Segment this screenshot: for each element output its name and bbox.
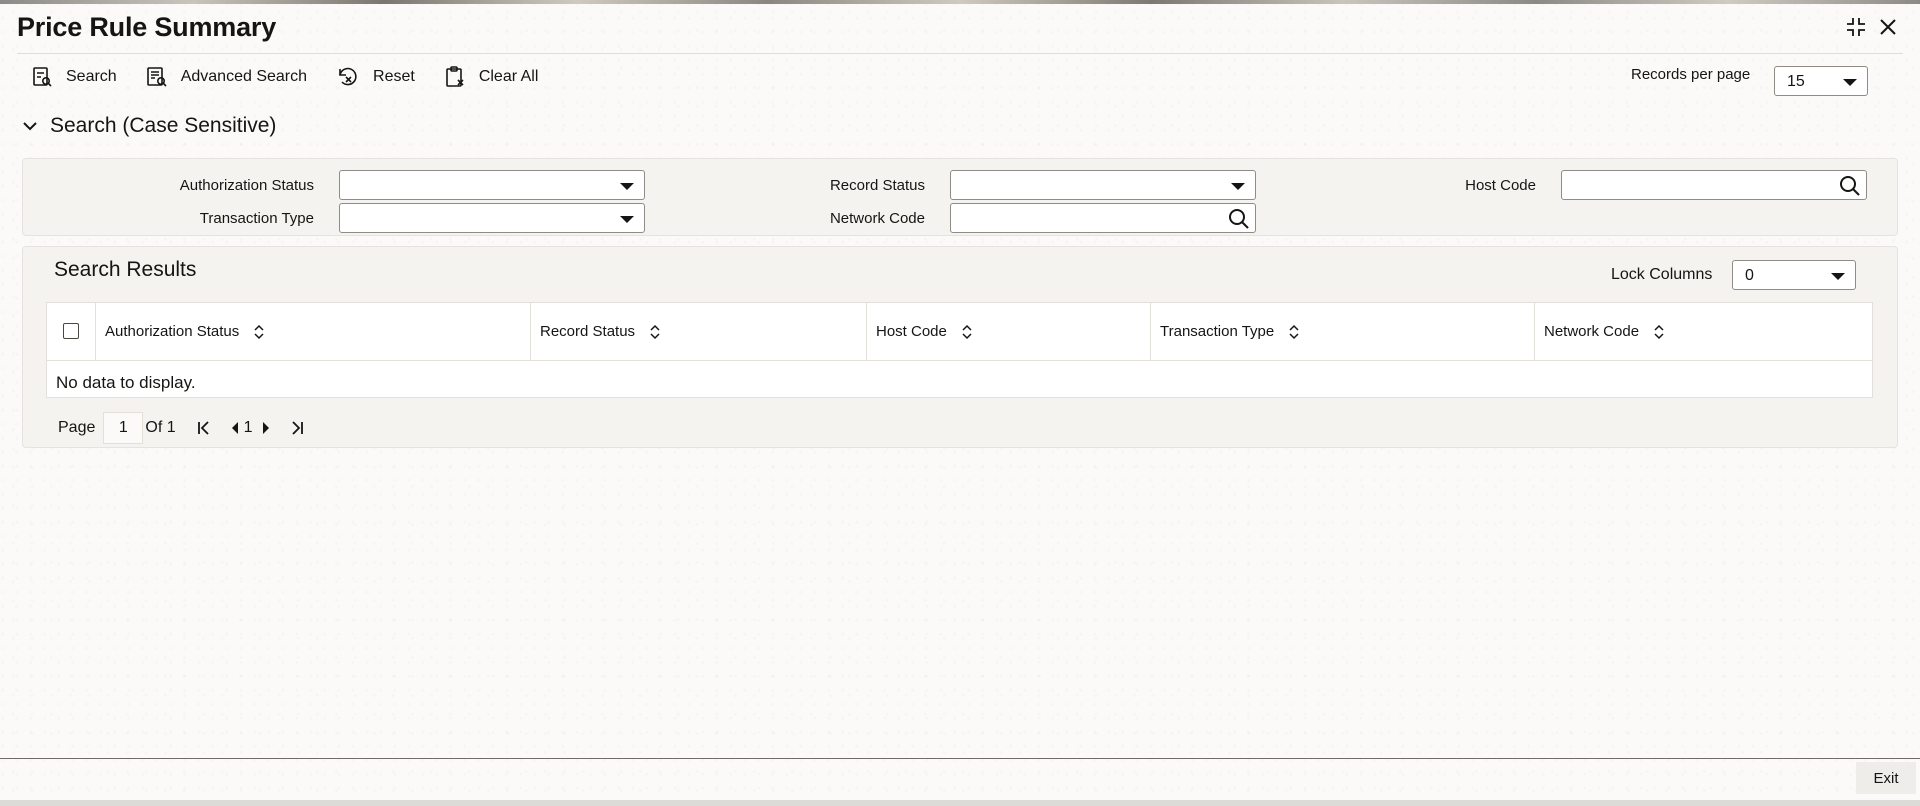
chevron-down-icon <box>620 216 634 223</box>
chevron-down-icon <box>1843 79 1857 86</box>
column-header-host-code[interactable]: Host Code <box>866 303 1150 360</box>
network-code-field[interactable] <box>950 203 1256 233</box>
column-header-transaction-type[interactable]: Transaction Type <box>1150 303 1534 360</box>
reset-button-label: Reset <box>373 68 415 85</box>
advanced-search-button[interactable]: Advanced Search <box>145 65 307 89</box>
search-section-toggle[interactable]: Search (Case Sensitive) <box>22 114 276 138</box>
sort-icon[interactable] <box>961 324 973 340</box>
host-code-label: Host Code <box>1465 177 1536 194</box>
exit-button[interactable]: Exit <box>1856 762 1916 794</box>
collapse-icon[interactable] <box>1843 14 1869 40</box>
top-decorative-strip <box>0 0 1920 4</box>
search-button-label: Search <box>66 68 117 85</box>
table-header: Authorization Status Record Status Host … <box>47 303 1872 361</box>
search-doc-icon <box>33 67 52 87</box>
records-per-page-value: 15 <box>1787 73 1805 90</box>
last-page-icon[interactable] <box>289 420 305 436</box>
lock-columns-value: 0 <box>1745 267 1754 284</box>
column-header-label: Host Code <box>876 323 947 340</box>
reset-button[interactable]: Reset <box>335 65 415 89</box>
chevron-down-icon <box>1231 183 1245 190</box>
records-per-page-label: Records per page <box>1631 66 1751 83</box>
column-header-label: Record Status <box>540 323 636 340</box>
advanced-search-button-label: Advanced Search <box>180 68 308 85</box>
column-header-record-status[interactable]: Record Status <box>530 303 866 360</box>
header-divider <box>17 53 1903 54</box>
clear-all-button[interactable]: Clear All <box>443 65 539 89</box>
advanced-search-icon <box>146 67 167 87</box>
column-header-authorization-status[interactable]: Authorization Status <box>95 303 530 360</box>
sort-icon[interactable] <box>1288 324 1300 340</box>
empty-table-message: No data to display. <box>56 373 196 392</box>
first-page-icon[interactable] <box>196 420 212 436</box>
search-section-title: Search (Case Sensitive) <box>50 114 277 137</box>
search-button[interactable]: Search <box>30 65 117 89</box>
column-header-label: Network Code <box>1544 323 1640 340</box>
clear-all-button-label: Clear All <box>478 68 539 85</box>
select-all-checkbox[interactable] <box>63 323 79 339</box>
previous-page-icon[interactable] <box>230 421 240 435</box>
search-icon[interactable] <box>1838 174 1862 198</box>
page-title: Price Rule Summary <box>17 12 277 42</box>
pagination: Page 1 Of 1 1 <box>58 412 305 444</box>
record-status-label: Record Status <box>829 177 925 194</box>
chevron-down-icon <box>620 183 634 190</box>
column-header-label: Authorization Status <box>105 323 240 340</box>
records-per-page-select[interactable]: 15 <box>1774 66 1868 96</box>
lock-columns-select[interactable]: 0 <box>1732 260 1856 290</box>
column-header-label: Transaction Type <box>1160 323 1275 340</box>
lock-columns-label: Lock Columns <box>1611 266 1713 283</box>
page-label: Page <box>58 419 96 436</box>
footer-divider <box>0 758 1920 759</box>
chevron-down-icon <box>23 122 37 131</box>
close-icon[interactable] <box>1875 14 1901 40</box>
sort-icon[interactable] <box>1653 324 1665 340</box>
select-all-cell <box>47 303 95 360</box>
transaction-type-select[interactable] <box>339 203 645 233</box>
sort-icon[interactable] <box>649 324 661 340</box>
page-number-input[interactable]: 1 <box>103 412 144 444</box>
search-results-title: Search Results <box>54 258 197 281</box>
record-status-select[interactable] <box>950 170 1256 200</box>
page-of-label: Of 1 <box>145 419 176 436</box>
next-page-icon[interactable] <box>261 421 271 435</box>
column-header-network-code[interactable]: Network Code <box>1534 303 1872 360</box>
results-table: Authorization Status Record Status Host … <box>46 302 1873 398</box>
chevron-down-icon <box>1831 273 1845 280</box>
network-code-label: Network Code <box>829 210 925 227</box>
bottom-bar <box>0 800 1920 806</box>
reset-icon <box>339 67 357 86</box>
authorization-status-label: Authorization Status <box>179 177 314 194</box>
current-page-number: 1 <box>243 419 253 436</box>
authorization-status-select[interactable] <box>339 170 645 200</box>
transaction-type-label: Transaction Type <box>199 210 314 227</box>
host-code-field[interactable] <box>1561 170 1867 200</box>
sort-icon[interactable] <box>253 324 265 340</box>
clipboard-clear-icon <box>446 66 464 87</box>
toolbar: Search Advanced Search Reset Clear All <box>30 62 566 92</box>
search-icon[interactable] <box>1227 207 1251 231</box>
